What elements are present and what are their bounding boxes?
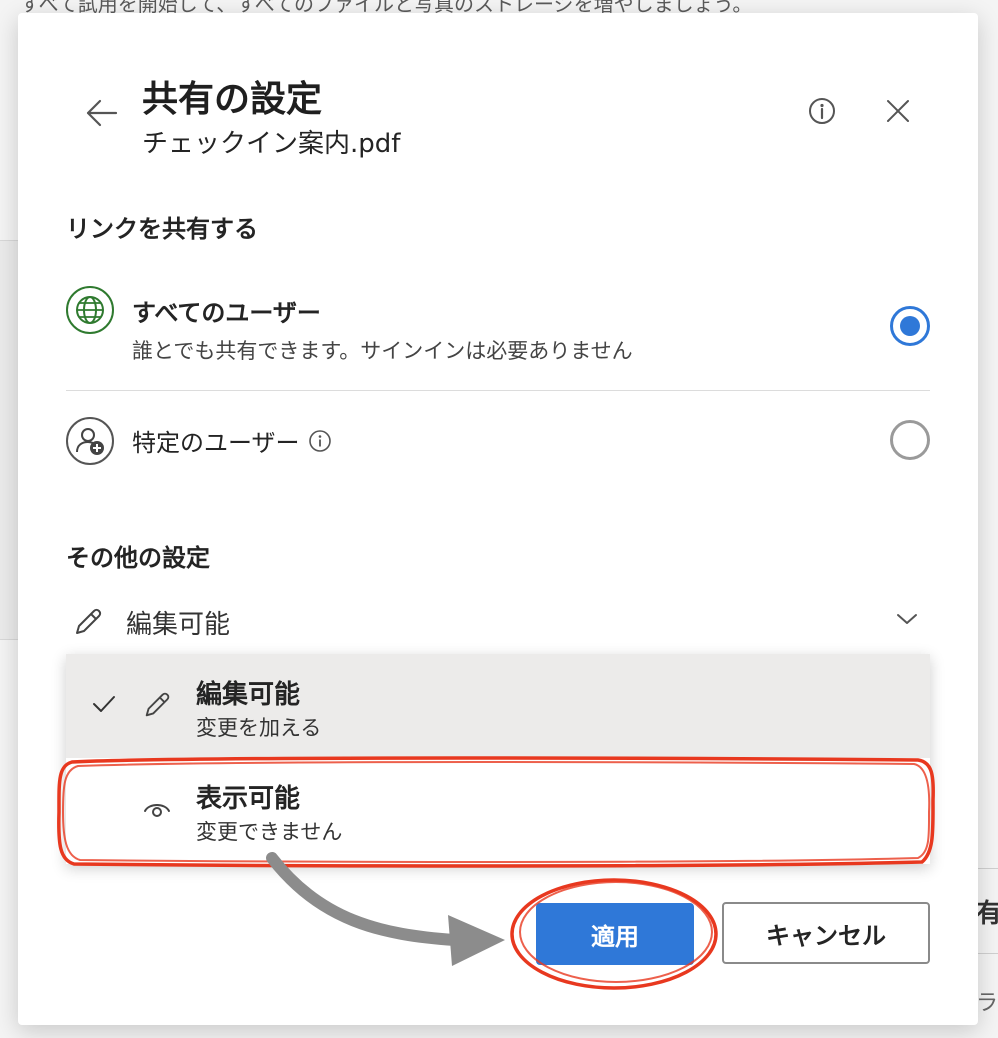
option-anyone[interactable]: すべてのユーザー 誰とでも共有できます。サインインは必要ありません — [66, 281, 930, 381]
radio-anyone[interactable] — [890, 306, 930, 346]
menu-item-subtitle: 変更を加える — [196, 716, 322, 740]
menu-item-can-edit[interactable]: 編集可能 変更を加える — [66, 654, 930, 758]
info-button[interactable] — [804, 93, 840, 129]
chevron-down-icon — [897, 614, 917, 624]
permission-dropdown[interactable]: 編集可能 — [66, 598, 930, 648]
info-icon — [809, 98, 835, 124]
section-heading-share-link: リンクを共有する — [66, 215, 258, 243]
eye-icon — [144, 804, 170, 817]
option-anyone-description: 誰とでも共有できます。サインインは必要ありません — [132, 339, 633, 363]
section-heading-other-settings: その他の設定 — [66, 544, 210, 572]
pencil-icon — [76, 608, 102, 634]
background-divider — [978, 868, 998, 869]
permission-value: 編集可能 — [126, 610, 231, 640]
option-specific-label: 特定のユーザー — [132, 429, 300, 457]
apply-button[interactable]: 適用 — [536, 903, 694, 965]
file-name: チェックイン案内.pdf — [142, 129, 401, 159]
arrow-left-icon — [86, 99, 118, 127]
globe-icon — [66, 286, 114, 334]
menu-item-can-view[interactable]: 表示可能 変更できません — [66, 758, 930, 862]
background-right-text: 有 — [976, 899, 998, 929]
info-icon[interactable] — [308, 429, 332, 453]
pencil-icon — [145, 692, 170, 717]
option-divider — [66, 390, 930, 391]
share-settings-dialog: 共有の設定 チェックイン案内.pdf リンクを共有する すべてのユーザー 誰とで… — [18, 13, 978, 1025]
background-right-text: ラ — [976, 991, 998, 1016]
permission-menu: 編集可能 変更を加える 表示可能 変更できません — [66, 654, 930, 864]
radio-specific-people[interactable] — [890, 420, 930, 460]
checkmark-icon — [93, 696, 115, 712]
dialog-title: 共有の設定 — [142, 79, 323, 120]
person-add-icon — [66, 417, 114, 465]
background-divider — [978, 953, 998, 954]
close-button[interactable] — [880, 93, 916, 129]
close-icon — [887, 100, 909, 122]
menu-item-subtitle: 変更できません — [196, 820, 343, 844]
option-anyone-label: すべてのユーザー — [132, 299, 321, 327]
option-specific-people[interactable]: 特定のユーザー — [66, 411, 930, 471]
background-card — [0, 240, 18, 640]
menu-item-title: 表示可能 — [196, 784, 301, 814]
menu-item-title: 編集可能 — [196, 680, 301, 710]
back-button[interactable] — [82, 93, 122, 133]
option-specific-label-row: 特定のユーザー — [132, 423, 332, 458]
cancel-button[interactable]: キャンセル — [722, 902, 930, 964]
